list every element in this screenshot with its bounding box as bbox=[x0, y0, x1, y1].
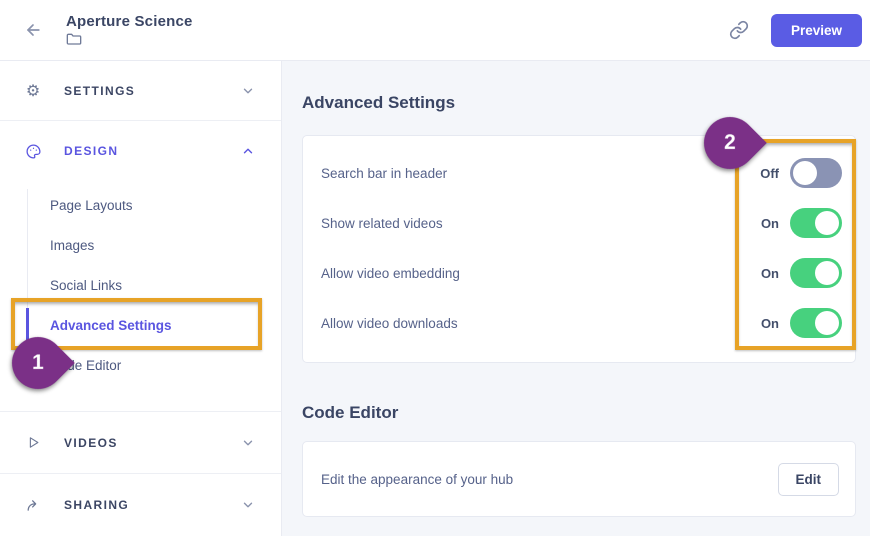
setting-label: Show related videos bbox=[321, 215, 443, 231]
gear-icon: ⚙ bbox=[25, 82, 41, 100]
toggle-state-label: On bbox=[760, 215, 779, 231]
preview-button[interactable]: Preview bbox=[770, 13, 862, 47]
sidebar-section-label: VIDEOS bbox=[64, 435, 118, 450]
setting-label: Allow video downloads bbox=[321, 315, 458, 331]
sidebar-section-sharing[interactable]: SHARING bbox=[0, 473, 281, 536]
video-embedding-toggle[interactable] bbox=[790, 258, 842, 288]
setting-row-search-bar: Search bar in header Off bbox=[303, 148, 855, 198]
advanced-settings-heading: Advanced Settings bbox=[302, 93, 456, 112]
top-header: Aperture Science Preview bbox=[0, 0, 870, 61]
folder-icon bbox=[66, 32, 193, 47]
play-icon bbox=[24, 434, 42, 452]
sidebar-item-code-editor[interactable]: Code Editor bbox=[0, 345, 281, 385]
setting-label: Search bar in header bbox=[321, 165, 448, 181]
toggle-state-label: On bbox=[760, 265, 779, 281]
sidebar-section-design[interactable]: DESIGN bbox=[0, 121, 281, 181]
chevron-up-icon bbox=[241, 144, 255, 158]
sidebar-section-videos[interactable]: VIDEOS bbox=[0, 411, 281, 473]
toggle-knob bbox=[815, 311, 839, 335]
back-button[interactable] bbox=[16, 13, 50, 47]
copy-link-button[interactable] bbox=[721, 12, 757, 48]
chevron-down-icon bbox=[241, 84, 255, 98]
code-editor-label: Edit the appearance of your hub bbox=[321, 471, 514, 487]
palette-icon bbox=[24, 142, 42, 160]
sidebar-item-social-links[interactable]: Social Links bbox=[0, 265, 281, 305]
video-downloads-toggle[interactable] bbox=[790, 308, 842, 338]
main-content: Advanced Settings Search bar in header O… bbox=[282, 61, 870, 536]
share-icon bbox=[24, 496, 42, 514]
code-editor-card: Edit the appearance of your hub Edit bbox=[302, 441, 856, 517]
sidebar-item-images[interactable]: Images bbox=[0, 225, 281, 265]
link-icon bbox=[729, 20, 749, 40]
sidebar-section-label: SETTINGS bbox=[64, 83, 136, 98]
search-bar-toggle[interactable] bbox=[790, 158, 842, 188]
page-title: Aperture Science bbox=[66, 13, 193, 30]
advanced-settings-card: Search bar in header Off Show related vi… bbox=[302, 135, 856, 363]
setting-row-video-downloads: Allow video downloads On bbox=[303, 298, 855, 348]
edit-button[interactable]: Edit bbox=[777, 462, 839, 496]
toggle-knob bbox=[793, 161, 817, 185]
app-window: Aperture Science Preview ⚙ SETTINGS DESI… bbox=[0, 0, 870, 536]
setting-row-related-videos: Show related videos On bbox=[303, 198, 855, 248]
sidebar-section-settings[interactable]: ⚙ SETTINGS bbox=[0, 61, 281, 121]
setting-label: Allow video embedding bbox=[321, 265, 460, 281]
toggle-state-label: On bbox=[760, 315, 779, 331]
chevron-down-icon bbox=[241, 436, 255, 450]
sidebar-item-advanced-settings[interactable]: Advanced Settings bbox=[0, 305, 281, 345]
sidebar: ⚙ SETTINGS DESIGN Page Layouts Images So… bbox=[0, 61, 282, 536]
setting-row-video-embedding: Allow video embedding On bbox=[303, 248, 855, 298]
chevron-down-icon bbox=[241, 498, 255, 512]
toggle-state-label: Off bbox=[760, 165, 779, 181]
back-arrow-icon bbox=[23, 20, 43, 40]
related-videos-toggle[interactable] bbox=[790, 208, 842, 238]
hub-title-block: Aperture Science bbox=[66, 13, 193, 47]
sidebar-item-page-layouts[interactable]: Page Layouts bbox=[0, 185, 281, 225]
toggle-knob bbox=[815, 261, 839, 285]
sidebar-section-label: DESIGN bbox=[64, 144, 119, 158]
design-submenu: Page Layouts Images Social Links Advance… bbox=[0, 181, 281, 411]
toggle-knob bbox=[815, 211, 839, 235]
sidebar-section-label: SHARING bbox=[64, 498, 130, 512]
code-editor-heading: Code Editor bbox=[302, 403, 399, 422]
